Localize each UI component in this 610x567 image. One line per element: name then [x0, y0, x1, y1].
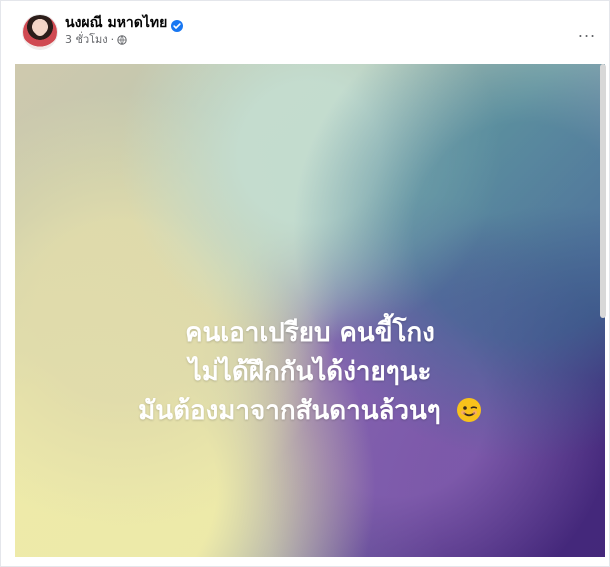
- scrollbar[interactable]: [600, 64, 606, 318]
- meta-separator: ·: [110, 33, 115, 46]
- message-line-1: คนเอาเปรียบ คนขี้โกง: [185, 318, 435, 348]
- avatar-face: [34, 22, 46, 36]
- globe-icon[interactable]: [117, 34, 127, 45]
- author-name[interactable]: นงผณี มหาดไทย: [65, 15, 167, 31]
- verified-badge-icon: [171, 17, 184, 32]
- author-row: นงผณี มหาดไทย: [65, 15, 184, 32]
- winking-face-icon: [456, 396, 482, 422]
- post-message: คนเอาเปรียบ คนขี้โกง ไม่ได้ฝึกกันได้ง่าย…: [115, 314, 505, 431]
- facebook-post: นงผณี มหาดไทย 3 ชั่วโมง · ... คนเอาเปรีย…: [0, 0, 610, 567]
- message-line-3: มันต้องมาจากสันดานล้วนๆ: [115, 392, 505, 431]
- message-line-3-text: มันต้องมาจากสันดานล้วนๆ: [138, 396, 441, 426]
- post-background-image: คนเอาเปรียบ คนขี้โกง ไม่ได้ฝึกกันได้ง่าย…: [15, 64, 605, 557]
- more-options-button[interactable]: ...: [573, 21, 601, 41]
- post-timestamp[interactable]: 3 ชั่วโมง: [65, 33, 108, 46]
- message-line-2: ไม่ได้ฝึกกันได้ง่ายๆนะ: [188, 357, 432, 387]
- post-meta: 3 ชั่วโมง ·: [65, 33, 127, 46]
- author-avatar[interactable]: [23, 15, 57, 49]
- post-header: นงผณี มหาดไทย 3 ชั่วโมง · ...: [1, 1, 610, 57]
